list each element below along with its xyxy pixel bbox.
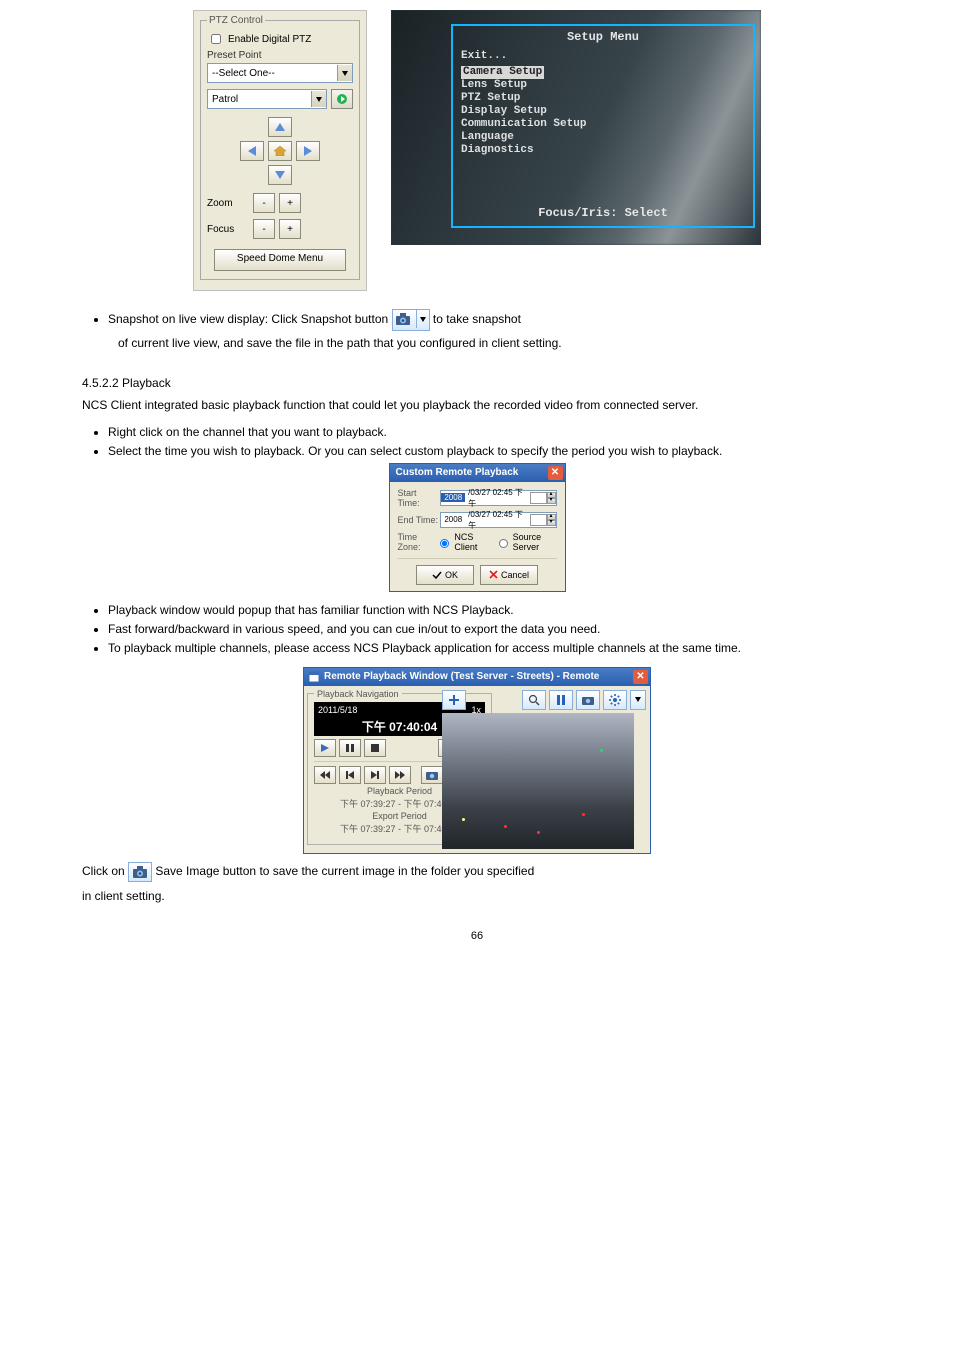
ptz-home-button[interactable]: [268, 141, 292, 161]
fast-forward-button[interactable]: [389, 766, 411, 784]
speed-dome-menu-button[interactable]: Speed Dome Menu: [214, 249, 346, 271]
snapshot-tool-button[interactable]: [576, 690, 600, 710]
ptz-left-button[interactable]: [240, 141, 264, 161]
bullet-pb2: Select the time you wish to playback. Or…: [108, 443, 874, 459]
bullet-pb1: Right click on the channel that you want…: [108, 424, 874, 440]
osd-title: Setup Menu: [453, 30, 753, 44]
time-spinner[interactable]: ▴▾: [547, 492, 556, 504]
focus-plus-button[interactable]: +: [279, 219, 301, 239]
window-title: Remote Playback Window (Test Server - St…: [324, 671, 599, 682]
patrol-select[interactable]: Patrol: [207, 89, 327, 109]
osd-item-communication-setup[interactable]: Communication Setup: [461, 118, 753, 131]
close-button[interactable]: ✕: [548, 466, 563, 480]
save-image-note: in client setting.: [82, 888, 874, 904]
osd-menu-list: Exit... Camera Setup Lens Setup PTZ Setu…: [461, 50, 753, 157]
zoom-minus-button[interactable]: -: [253, 193, 275, 213]
snapshot-note: of current live view, and save the file …: [118, 335, 874, 351]
playback-intro: NCS Client integrated basic playback fun…: [82, 397, 874, 413]
add-channel-button[interactable]: [442, 690, 466, 710]
window-icon: [308, 671, 320, 683]
cancel-button[interactable]: Cancel: [480, 565, 538, 585]
bullet-pb4: Fast forward/backward in various speed, …: [108, 621, 874, 637]
osd-item-camera-setup[interactable]: Camera Setup: [461, 66, 544, 79]
start-time-label: Start Time:: [398, 488, 441, 508]
patrol-value: Patrol: [208, 94, 311, 105]
zoom-tool-button[interactable]: [522, 690, 546, 710]
save-image-button-inline[interactable]: [128, 862, 152, 882]
remote-playback-window: Remote Playback Window (Test Server - St…: [303, 667, 651, 854]
preset-point-select[interactable]: --Select One--: [207, 63, 353, 83]
preset-point-label: Preset Point: [207, 50, 353, 61]
ptz-right-button[interactable]: [296, 141, 320, 161]
enable-digital-ptz-checkbox[interactable]: Enable Digital PTZ: [207, 31, 353, 47]
osd-footer: Focus/Iris: Select: [453, 206, 753, 220]
dialog-title: Custom Remote Playback: [396, 467, 519, 478]
calendar-icon[interactable]: [530, 492, 547, 504]
calendar-icon[interactable]: [530, 514, 547, 526]
ptz-up-button[interactable]: [268, 117, 292, 137]
playback-date: 2011/5/18: [318, 705, 357, 715]
tz-ncs-client-radio[interactable]: NCS Client: [435, 532, 487, 552]
preset-point-value: --Select One--: [208, 68, 337, 79]
zoom-label: Zoom: [207, 198, 247, 209]
chevron-down-icon[interactable]: [416, 310, 429, 328]
save-image-line: Click on Save Image button to save the c…: [82, 862, 874, 882]
fast-backward-button[interactable]: [314, 766, 336, 784]
osd-item-ptz-setup[interactable]: PTZ Setup: [461, 92, 753, 105]
osd-item-language[interactable]: Language: [461, 131, 753, 144]
bullet-pb5: To playback multiple channels, please ac…: [108, 640, 874, 656]
osd-item-diagnostics[interactable]: Diagnostics: [461, 144, 753, 157]
step-forward-button[interactable]: [364, 766, 386, 784]
camera-setup-preview: Setup Menu Exit... Camera Setup Lens Set…: [391, 10, 761, 245]
close-button[interactable]: ✕: [633, 670, 648, 684]
playback-video-feed: [442, 713, 634, 849]
play-button[interactable]: [314, 739, 336, 757]
ok-button[interactable]: OK: [416, 565, 474, 585]
end-time-label: End Time:: [398, 515, 441, 525]
enable-digital-ptz-input[interactable]: [211, 34, 221, 44]
pause-tool-button[interactable]: [549, 690, 573, 710]
step-backward-button[interactable]: [339, 766, 361, 784]
pause-button[interactable]: [339, 739, 361, 757]
tz-source-server-radio[interactable]: Source Server: [494, 532, 557, 552]
playback-navigation-legend: Playback Navigation: [314, 689, 402, 699]
bullet-pb3: Playback window would popup that has fam…: [108, 602, 874, 618]
custom-remote-playback-dialog: Custom Remote Playback ✕ Start Time: 200…: [389, 463, 566, 592]
bullet-snapshot: Snapshot on live view display: Click Sna…: [108, 309, 874, 331]
chevron-down-icon[interactable]: [311, 91, 326, 107]
zoom-plus-button[interactable]: +: [279, 193, 301, 213]
snapshot-button[interactable]: [392, 309, 430, 331]
ptz-group-title: PTZ Control: [207, 15, 265, 26]
osd-item-display-setup[interactable]: Display Setup: [461, 105, 753, 118]
ptz-control-panel: PTZ Control Enable Digital PTZ Preset Po…: [193, 10, 367, 291]
enable-digital-ptz-label: Enable Digital PTZ: [228, 34, 311, 45]
settings-tool-button[interactable]: [603, 690, 627, 710]
osd-item-exit[interactable]: Exit...: [461, 50, 753, 63]
ptz-groupbox: PTZ Control Enable Digital PTZ Preset Po…: [200, 15, 360, 280]
stop-button[interactable]: [364, 739, 386, 757]
focus-minus-button[interactable]: -: [253, 219, 275, 239]
focus-label: Focus: [207, 224, 247, 235]
time-spinner[interactable]: ▴▾: [547, 514, 556, 526]
settings-dropdown[interactable]: [630, 690, 646, 710]
time-zone-label: Time Zone:: [398, 532, 436, 552]
end-time-field[interactable]: 2008 /03/27 02:45 下午 ▴▾: [440, 512, 556, 528]
section-title-playback: 4.5.2.2 Playback: [82, 375, 874, 391]
save-image-button[interactable]: [421, 766, 443, 784]
chevron-down-icon[interactable]: [337, 65, 352, 81]
page-number: 66: [80, 930, 874, 942]
start-time-field[interactable]: 2008 /03/27 02:45 下午 ▴▾: [440, 490, 556, 506]
patrol-go-button[interactable]: [331, 89, 353, 109]
osd-item-lens-setup[interactable]: Lens Setup: [461, 79, 753, 92]
osd-setup-menu: Setup Menu Exit... Camera Setup Lens Set…: [451, 24, 755, 228]
ptz-down-button[interactable]: [268, 165, 292, 185]
